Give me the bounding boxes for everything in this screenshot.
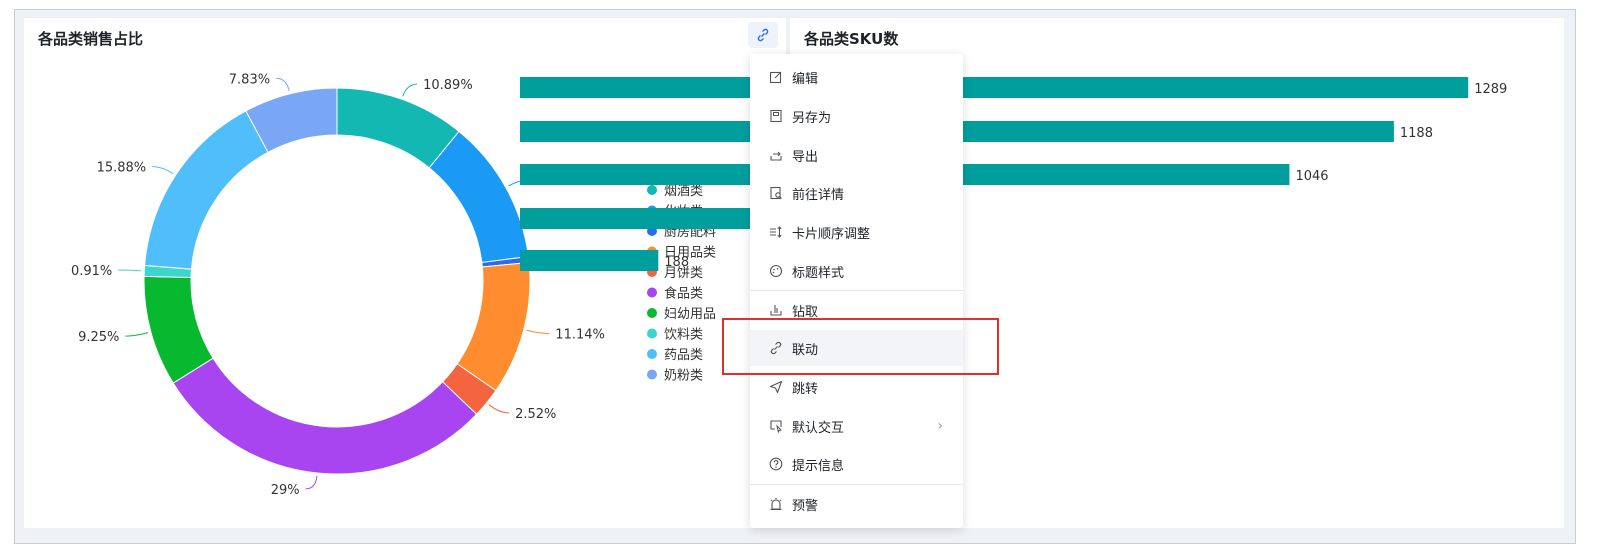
menu-item-label: 跳转: [792, 381, 819, 397]
slice-data-label: 29%: [271, 483, 300, 498]
menu-item-label: 联动: [792, 342, 819, 358]
menu-item-label: 卡片顺序调整: [792, 226, 871, 242]
legend-marker: [647, 369, 657, 380]
menu-divider: [750, 290, 963, 291]
alarm-icon: [768, 496, 784, 512]
legend-item[interactable]: 烟酒类: [664, 184, 703, 199]
slice-data-label: 10.89%: [423, 78, 473, 93]
details-icon: [768, 185, 784, 201]
menu-item-default-interaction[interactable]: 默认交互 ›: [750, 408, 963, 444]
slice-data-label: 15.88%: [97, 160, 147, 175]
slice-data-label: 7.83%: [229, 72, 270, 87]
menu-item-label: 提示信息: [792, 458, 845, 474]
link-icon: [768, 340, 784, 356]
label-leader-line: [305, 475, 318, 490]
menu-item-label: 标题样式: [792, 265, 845, 281]
slice-data-label: 0.91%: [71, 264, 112, 279]
sku-bar[interactable]: [520, 250, 659, 271]
label-leader-line: [152, 165, 174, 175]
menu-item-label: 编辑: [792, 71, 819, 87]
menu-item-title-style[interactable]: 标题样式: [750, 253, 963, 289]
link-button[interactable]: [748, 22, 778, 48]
slice-data-label: 9.25%: [78, 330, 119, 345]
reorder-icon: [768, 224, 784, 240]
save-as-icon: [768, 108, 784, 124]
legend-item[interactable]: 饮料类: [664, 328, 703, 343]
menu-item-label: 导出: [792, 149, 819, 165]
legend-item[interactable]: 食品类: [664, 286, 703, 302]
label-leader-line: [402, 83, 418, 97]
menu-item-alert[interactable]: 预警: [750, 486, 963, 522]
bar-data-label: 1188: [1400, 126, 1433, 141]
help-icon: [768, 456, 784, 472]
menu-item-linkage[interactable]: 联动: [750, 330, 963, 366]
bar-data-label: 188: [664, 255, 689, 270]
legend-marker: [647, 185, 657, 195]
menu-divider: [750, 484, 963, 485]
label-leader-line: [526, 329, 550, 334]
menu-item-label: 另存为: [792, 110, 832, 126]
donut-slice[interactable]: [144, 110, 269, 270]
link-icon: [757, 28, 769, 42]
drill-icon: [768, 302, 784, 318]
menu-item-label: 钻取: [792, 304, 819, 320]
menu-item-edit[interactable]: 编辑: [750, 59, 963, 95]
legend-item[interactable]: 药品类: [664, 348, 703, 363]
legend-item[interactable]: 妇幼用品: [664, 306, 716, 322]
legend-marker: [647, 349, 657, 359]
edit-icon: [768, 69, 784, 85]
menu-item-jump[interactable]: 跳转: [750, 369, 963, 405]
menu-item-label: 预警: [792, 498, 819, 514]
interaction-icon: [768, 418, 784, 434]
slice-data-label: 2.52%: [515, 407, 556, 422]
card-context-menu: 编辑 另存为 导出 前往详情 卡片顺序调整 标题样式 钻取 联动 跳转 默认交互…: [750, 54, 963, 528]
legend-item[interactable]: 奶粉类: [664, 369, 703, 384]
sku-bar[interactable]: [520, 77, 1469, 98]
legend-marker: [647, 328, 657, 339]
menu-item-label: 默认交互: [792, 420, 845, 436]
export-icon: [768, 147, 784, 163]
bar-data-label: 1046: [1295, 169, 1328, 184]
jump-icon: [768, 379, 784, 395]
bar-data-label: 1289: [1474, 82, 1507, 97]
menu-item-tooltip-info[interactable]: 提示信息: [750, 446, 963, 482]
menu-item-label: 前往详情: [792, 187, 845, 203]
menu-item-details[interactable]: 前往详情: [750, 175, 963, 211]
palette-icon: [768, 263, 784, 279]
label-leader-line: [276, 77, 290, 92]
legend-marker: [647, 308, 657, 318]
menu-item-drill[interactable]: 钻取: [750, 292, 963, 328]
menu-item-export[interactable]: 导出: [750, 137, 963, 173]
menu-item-reorder[interactable]: 卡片顺序调整: [750, 214, 963, 250]
label-leader-line: [125, 332, 149, 337]
donut-slice[interactable]: [172, 357, 478, 475]
menu-item-save-as[interactable]: 另存为: [750, 98, 963, 134]
slice-data-label: 11.14%: [555, 327, 605, 342]
label-leader-line: [118, 269, 142, 272]
donut-slice[interactable]: [428, 130, 530, 264]
chevron-right-icon: ›: [937, 418, 943, 434]
legend-marker: [647, 287, 657, 298]
label-leader-line: [488, 404, 510, 414]
